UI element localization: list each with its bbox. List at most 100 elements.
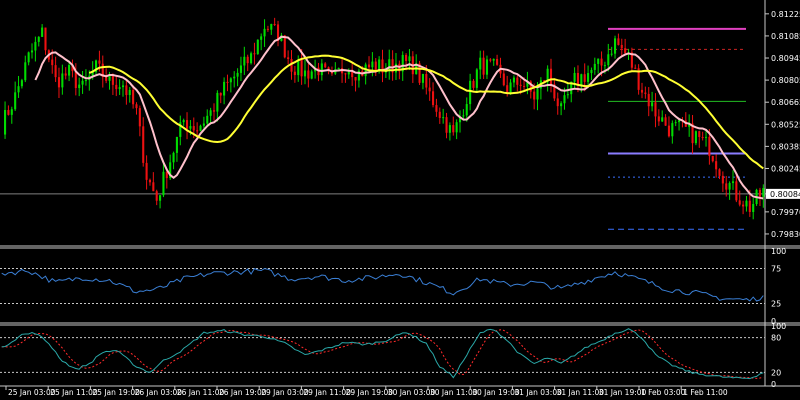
candle-body [155,191,158,201]
candle-body [206,115,209,124]
candle-body [57,77,61,88]
candle-body [293,71,296,76]
candle-body [563,95,566,104]
candle-body [128,89,131,96]
candle-body [226,81,229,83]
candle-body [98,60,101,64]
candle-body [320,63,323,76]
candle-body [202,123,205,126]
candle-body [297,59,300,76]
candle-body [735,181,738,201]
current-price-label: 0.80084 [770,190,800,199]
candle-body [344,73,347,75]
candle-body [118,87,121,90]
candle-body [657,116,660,122]
candle-body [253,53,256,55]
candle-body [34,41,37,51]
stoch-signal-line [1,329,764,379]
candle-body [14,92,17,110]
candle-body [270,24,273,30]
candle-body [266,28,269,30]
candle-body [516,77,519,85]
candle-body [580,74,583,85]
candle-body [4,110,7,135]
candle-body [212,110,216,112]
candle-body [489,59,492,61]
candle-body [512,77,515,83]
candle-body [522,85,526,87]
candle-body [624,48,627,54]
candle-body [435,105,438,112]
time-label: 1 Feb 03:00 [641,388,686,397]
candle-body [762,188,765,197]
candle-body [135,104,138,109]
candle-body [583,74,586,82]
candle-body [351,71,354,78]
rsi-line [1,267,764,302]
candle-body [718,169,721,176]
time-label: 1 Feb 11:00 [683,388,728,397]
candle-body [132,89,135,105]
candle-body [233,76,236,79]
price-tick-label: 0.81225 [771,10,800,19]
candle-body [674,122,677,124]
candle-body [20,80,23,87]
candle-body [620,44,623,49]
candle-body [593,63,596,70]
candle-body [701,136,704,138]
candle-body [671,123,674,137]
candle-body [236,72,239,77]
price-tick-label: 0.81085 [771,32,800,41]
candle-body [421,73,424,83]
candle-body [61,73,64,88]
candle-body [432,91,435,106]
candlesticks [4,17,765,220]
candle-body [654,102,657,117]
candle-body [502,73,505,86]
candle-body [667,125,670,137]
candle-body [165,171,168,179]
candle-body [475,69,478,88]
candle-body [647,93,650,107]
stochastic-indicator [0,328,765,380]
candle-body [10,109,13,115]
candle-body [172,152,175,163]
candle-body [337,68,340,70]
candle-body [640,89,644,93]
rsi-tick-label: 75 [771,265,781,274]
candle-body [482,57,485,75]
candle-body [185,120,189,129]
candle-body [428,87,431,92]
candle-body [37,36,40,42]
stoch-tick-label: 20 [771,368,781,377]
candle-body [223,81,226,96]
candle-body [617,38,620,45]
candle-body [189,126,192,129]
candle-body [17,86,20,93]
candle-body [479,57,482,70]
candle-body [711,155,714,162]
price-tick-label: 0.79970 [771,208,800,217]
candle-body [425,73,428,88]
candle-body [260,36,263,40]
candle-body [738,200,741,205]
candle-body [138,108,141,127]
candle-body [121,85,125,88]
candle-body [30,50,34,53]
candle-body [509,82,512,94]
candle-body [664,117,667,126]
candle-body [745,200,748,207]
candle-body [708,136,711,156]
candle-body [78,84,81,89]
price-tick-label: 0.80385 [771,142,800,151]
candle-body [492,58,495,61]
stoch-tick-label: 0 [771,380,776,389]
candle-body [576,72,580,85]
candle-body [300,59,303,77]
candle-body [715,161,718,170]
candle-body [310,71,313,79]
price-tick-label: 0.79830 [771,230,800,239]
candle-body [27,52,30,63]
candle-body [448,125,451,133]
candle-body [263,28,266,37]
